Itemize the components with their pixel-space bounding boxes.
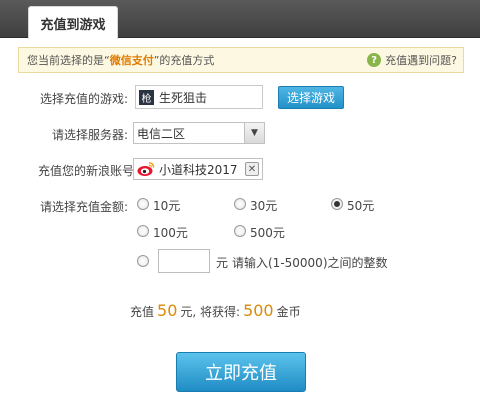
custom-unit: 元 (216, 256, 229, 270)
help-link[interactable]: ? 充值遇到问题? (367, 52, 457, 68)
game-label: 选择充值的游戏: (40, 92, 129, 106)
amount-radio-500[interactable] (234, 225, 246, 237)
notice-pay-method: 微信支付 (109, 54, 154, 67)
chevron-down-icon[interactable]: ▼ (244, 123, 264, 143)
notice-prefix: 您当前选择的是“ (27, 54, 110, 67)
amount-label-50: 50元 (347, 199, 375, 213)
help-text: 充值遇到问题? (385, 54, 457, 67)
weibo-icon (137, 161, 155, 177)
game-display[interactable]: 枪 生死狙击 (135, 85, 263, 109)
amount-radio-50[interactable] (331, 198, 343, 210)
payment-notice: 您当前选择的是“ 微信支付 ”的充值方式 ? 充值遇到问题? (18, 47, 464, 73)
custom-amount-input[interactable] (158, 249, 210, 273)
summary-middle: 元, 将获得: (180, 305, 241, 319)
amount-label-10: 10元 (153, 199, 181, 213)
account-label: 充值您的新浪账号 (38, 164, 135, 178)
account-field[interactable]: 小道科技2017 ✕ (133, 158, 263, 180)
server-select[interactable]: 电信二区 ▼ (133, 122, 265, 144)
recharge-now-button[interactable]: 立即充值 (176, 352, 306, 392)
summary-coins: 500 (243, 301, 274, 320)
notice-suffix: ”的充值方式 (153, 54, 215, 67)
amount-label-500: 500元 (250, 226, 285, 240)
amount-label-30: 30元 (250, 199, 278, 213)
account-value: 小道科技2017 (159, 162, 238, 177)
amount-radio-30[interactable] (234, 198, 246, 210)
summary-amount: 50 (157, 301, 178, 320)
summary-prefix: 充值 (130, 305, 155, 319)
amount-label-100: 100元 (153, 226, 188, 240)
top-bar: 充值到游戏 (0, 0, 480, 39)
game-value: 生死狙击 (159, 90, 208, 105)
amount-label: 请选择充值金额: (40, 200, 129, 214)
custom-hint: 请输入(1-50000)之间的整数 (232, 256, 388, 270)
amount-radio-100[interactable] (137, 225, 149, 237)
question-icon: ? (367, 53, 382, 67)
game-icon: 枪 (139, 89, 154, 105)
summary-suffix: 金币 (276, 305, 301, 319)
amount-radio-custom[interactable] (137, 255, 149, 267)
amount-radio-10[interactable] (137, 198, 149, 210)
tab-recharge-to-game[interactable]: 充值到游戏 (28, 6, 118, 39)
server-value: 电信二区 (137, 126, 186, 141)
clear-icon[interactable]: ✕ (245, 162, 259, 176)
recharge-summary: 充值 50 元, 将获得: 500 金币 (130, 301, 301, 320)
server-label: 请选择服务器: (52, 128, 129, 142)
select-game-button[interactable]: 选择游戏 (278, 86, 344, 109)
